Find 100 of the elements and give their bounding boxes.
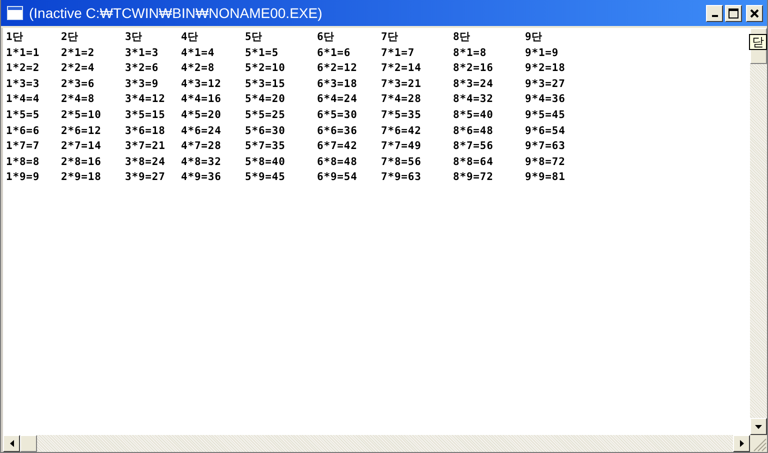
table-cell-text: 1*6=6 <box>6 124 40 139</box>
table-cell-text: 6*5=30 <box>317 108 358 123</box>
scroll-thumb[interactable] <box>20 435 37 452</box>
table-cell-text: 5*4=20 <box>245 92 286 108</box>
table-cell-text: 1*5=5 <box>6 108 40 123</box>
table-cell-text: 7*3=21 <box>381 76 422 92</box>
scroll-left-button[interactable] <box>3 435 20 452</box>
table-cell-text: 9*3=27 <box>525 76 566 92</box>
table-cell-text: 2*8=16 <box>61 154 102 170</box>
table-cell-text: 2*3=6 <box>61 76 95 92</box>
table-cell-text: 2*2=4 <box>61 61 95 76</box>
maximize-button[interactable] <box>725 4 742 22</box>
table-cell-text: 9*8=72 <box>525 154 566 170</box>
column-header: 2단 <box>61 30 80 45</box>
table-cell-text: 3*6=18 <box>125 124 166 139</box>
table-cell-text: 1*3=3 <box>6 76 40 92</box>
column-header: 8단 <box>453 30 472 45</box>
table-cell-text: 4*7=28 <box>181 139 222 154</box>
table-cell-text: 6*6=36 <box>317 124 358 139</box>
table-cell-text: 2*4=8 <box>61 92 95 108</box>
table-cell-text: 9*6=54 <box>525 124 566 139</box>
column-header: 7단 <box>381 30 400 45</box>
table-cell-text: 1*8=8 <box>6 154 40 170</box>
table-cell-text: 3*3=9 <box>125 76 159 92</box>
column-header: 5단 <box>245 30 264 45</box>
table-cell-text: 3*5=15 <box>125 108 166 123</box>
table-cell-text: 6*2=12 <box>317 61 358 76</box>
table-cell-text: 8*1=8 <box>453 46 487 61</box>
table-cell-text: 4*3=12 <box>181 76 222 92</box>
table-cell-text: 8*8=64 <box>453 154 494 170</box>
table-cell-text: 2*6=12 <box>61 124 102 139</box>
table-cell-text: 5*2=10 <box>245 61 286 76</box>
table-cell-text: 4*8=32 <box>181 154 222 170</box>
table-cell-text: 6*1=6 <box>317 46 351 61</box>
table-cell-text: 8*9=72 <box>453 170 494 186</box>
table-cell-text: 7*8=56 <box>381 154 422 170</box>
left-arrow-icon <box>10 440 14 447</box>
vertical-scrollbar[interactable] <box>750 28 767 435</box>
table-cell-text: 9*1=9 <box>525 46 559 61</box>
table-cell-text: 6*9=54 <box>317 170 358 186</box>
maximize-icon <box>728 8 739 18</box>
table-cell-text: 7*1=7 <box>381 46 415 61</box>
table-cell-text: 6*8=48 <box>317 154 358 170</box>
table-cell-text: 7*5=35 <box>381 108 422 123</box>
table-cell-text: 5*6=30 <box>245 124 286 139</box>
scroll-right-button[interactable] <box>733 435 750 452</box>
down-arrow-icon <box>755 424 762 428</box>
table-cell-text: 7*9=63 <box>381 170 422 186</box>
table-cell-text: 6*4=24 <box>317 92 358 108</box>
column-header: 1단 <box>6 30 24 45</box>
close-icon <box>750 8 759 18</box>
horizontal-scrollbar[interactable] <box>3 435 750 452</box>
table-cell-text: 1*2=2 <box>6 61 40 76</box>
table-cell-text: 8*6=48 <box>453 124 494 139</box>
table-cell-text: 9*7=63 <box>525 139 566 154</box>
table-cell-text: 1*1=1 <box>6 46 40 61</box>
table-cell-text: 5*5=25 <box>245 108 286 123</box>
table-cell-text: 4*5=20 <box>181 108 222 123</box>
table-cell-text: 2*1=2 <box>61 46 95 61</box>
table-cell-text: 1*9=9 <box>6 170 40 186</box>
table-cell-text: 9*4=36 <box>525 92 566 108</box>
table-cell-text: 5*8=40 <box>245 154 286 170</box>
window-title: (Inactive C:₩TCWIN₩BIN₩NONAME00.EXE) <box>29 5 322 21</box>
table-cell-text: 9*5=45 <box>525 108 566 123</box>
table-cell-text: 4*4=16 <box>181 92 222 108</box>
table-cell-text: 8*2=16 <box>453 61 494 76</box>
right-arrow-icon <box>740 440 744 447</box>
column-header: 3단 <box>125 30 144 45</box>
scroll-down-button[interactable] <box>750 418 767 435</box>
table-cell-text: 3*9=27 <box>125 170 166 186</box>
table-cell-text: 9*2=18 <box>525 61 566 76</box>
minimize-button[interactable] <box>706 4 723 22</box>
table-cell-text: 8*7=56 <box>453 139 494 154</box>
table-cell-text: 5*7=35 <box>245 139 286 154</box>
table-cell-text: 8*3=24 <box>453 76 494 92</box>
table-cell-text: 7*4=28 <box>381 92 422 108</box>
table-cell-text: 3*8=24 <box>125 154 166 170</box>
table-cell-text: 8*5=40 <box>453 108 494 123</box>
table-cell-text: 4*2=8 <box>181 61 215 76</box>
table-cell-text: 4*1=4 <box>181 46 215 61</box>
table-cell-text: 3*7=21 <box>125 139 166 154</box>
table-cell-text: 1*7=7 <box>6 139 40 154</box>
table-cell-text: 7*6=42 <box>381 124 422 139</box>
table-cell-text: 2*7=14 <box>61 139 102 154</box>
table-cell-text: 6*3=18 <box>317 76 358 92</box>
table-cell-text: 6*7=42 <box>317 139 358 154</box>
tooltip: 닫 <box>749 34 767 50</box>
table-cell-text: 9*9=81 <box>525 170 566 186</box>
table-cell-text: 5*9=45 <box>245 170 286 186</box>
table-cell-text: 4*6=24 <box>181 124 222 139</box>
table-cell-text: 7*2=14 <box>381 61 422 76</box>
window-icon <box>7 6 23 20</box>
close-button[interactable] <box>746 4 763 22</box>
table-cell-text: 8*4=32 <box>453 92 494 108</box>
table-cell-text: 5*1=5 <box>245 46 279 61</box>
table-cell-text: 7*7=49 <box>381 139 422 154</box>
table-cell-text: 3*2=6 <box>125 61 159 76</box>
table-cell-text: 1*4=4 <box>6 92 40 108</box>
column-header: 6단 <box>317 30 336 45</box>
table-cell-text: 5*3=15 <box>245 76 286 92</box>
